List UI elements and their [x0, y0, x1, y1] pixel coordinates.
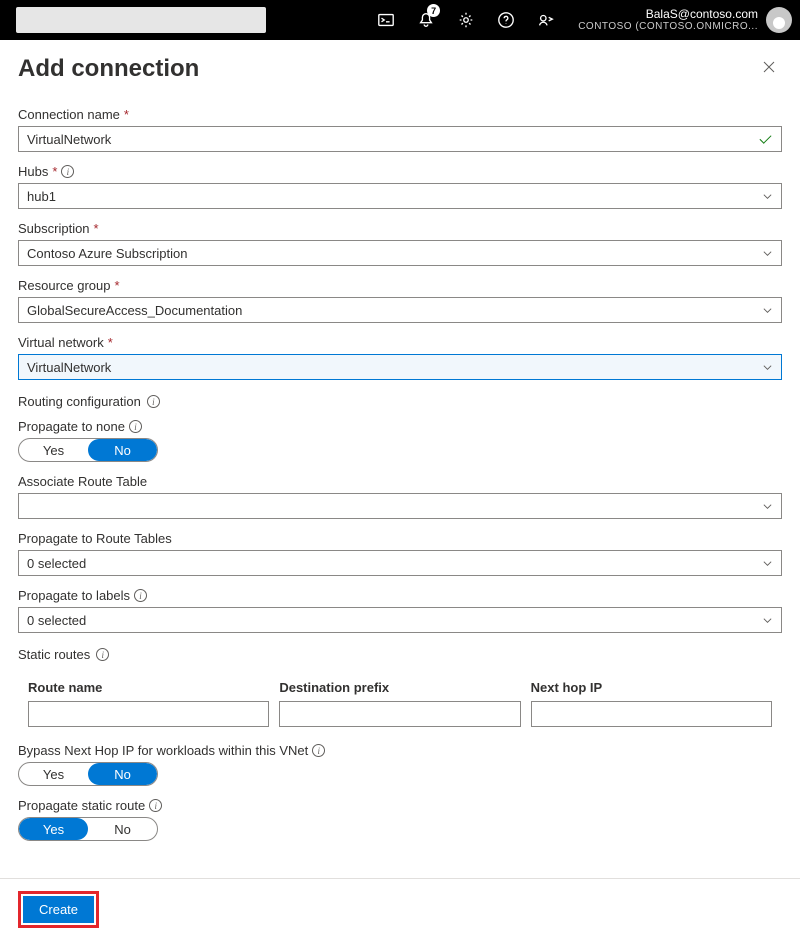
- toggle-yes[interactable]: Yes: [19, 763, 88, 785]
- info-icon[interactable]: i: [312, 744, 325, 757]
- resource-group-label: Resource group: [18, 278, 111, 293]
- toggle-no[interactable]: No: [88, 439, 157, 461]
- create-button-highlight: Create: [18, 891, 99, 928]
- info-icon[interactable]: i: [149, 799, 162, 812]
- propagate-labels-select[interactable]: 0 selected: [18, 607, 782, 633]
- create-button[interactable]: Create: [23, 896, 94, 923]
- bypass-toggle[interactable]: Yes No: [18, 762, 158, 786]
- user-email: BalaS@contoso.com: [578, 7, 758, 21]
- associate-rt-label: Associate Route Table: [18, 474, 147, 489]
- required-indicator: *: [94, 221, 99, 236]
- propagate-static-toggle[interactable]: Yes No: [18, 817, 158, 841]
- footer: Create: [0, 878, 800, 940]
- hubs-label: Hubs: [18, 164, 48, 179]
- required-indicator: *: [124, 107, 129, 122]
- subscription-label: Subscription: [18, 221, 90, 236]
- virtual-network-label: Virtual network: [18, 335, 104, 350]
- propagate-none-toggle[interactable]: Yes No: [18, 438, 158, 462]
- notification-badge: 7: [427, 4, 440, 17]
- subscription-select[interactable]: Contoso Azure Subscription: [18, 240, 782, 266]
- avatar: [766, 7, 792, 33]
- required-indicator: *: [52, 164, 57, 179]
- user-org: CONTOSO (CONTOSO.ONMICRO...: [578, 21, 758, 33]
- chevron-down-icon: [761, 361, 773, 373]
- hubs-select[interactable]: hub1: [18, 183, 782, 209]
- required-indicator: *: [115, 278, 120, 293]
- routes-table-row: [18, 701, 782, 733]
- cloud-shell-icon[interactable]: [366, 0, 406, 40]
- virtual-network-select[interactable]: VirtualNetwork: [18, 354, 782, 380]
- route-name-header: Route name: [28, 680, 269, 695]
- propagate-static-label: Propagate static route: [18, 798, 145, 813]
- toggle-yes[interactable]: Yes: [19, 818, 88, 840]
- route-next-input[interactable]: [531, 701, 772, 727]
- help-icon[interactable]: [486, 0, 526, 40]
- route-dest-input[interactable]: [279, 701, 520, 727]
- bypass-label: Bypass Next Hop IP for workloads within …: [18, 743, 308, 758]
- info-icon[interactable]: i: [147, 395, 160, 408]
- required-indicator: *: [108, 335, 113, 350]
- toggle-yes[interactable]: Yes: [19, 439, 88, 461]
- account-menu[interactable]: BalaS@contoso.com CONTOSO (CONTOSO.ONMIC…: [566, 7, 792, 33]
- feedback-icon[interactable]: [526, 0, 566, 40]
- associate-rt-select[interactable]: [18, 493, 782, 519]
- routing-config-label: Routing configuration: [18, 394, 141, 409]
- top-bar: 7 BalaS@contoso.com CONTOSO (CONTOSO.ONM…: [0, 0, 800, 40]
- info-icon[interactable]: i: [129, 420, 142, 433]
- routes-table-header: Route name Destination prefix Next hop I…: [18, 672, 782, 701]
- connection-name-input[interactable]: VirtualNetwork: [18, 126, 782, 152]
- chevron-down-icon: [761, 500, 773, 512]
- propagate-rt-label: Propagate to Route Tables: [18, 531, 172, 546]
- propagate-none-label: Propagate to none: [18, 419, 125, 434]
- propagate-labels-label: Propagate to labels: [18, 588, 130, 603]
- route-next-header: Next hop IP: [531, 680, 772, 695]
- settings-icon[interactable]: [446, 0, 486, 40]
- propagate-rt-select[interactable]: 0 selected: [18, 550, 782, 576]
- notifications-icon[interactable]: 7: [406, 0, 446, 40]
- info-icon[interactable]: i: [134, 589, 147, 602]
- page-title: Add connection: [18, 55, 199, 83]
- global-search-input[interactable]: [16, 7, 266, 33]
- chevron-down-icon: [761, 557, 773, 569]
- info-icon[interactable]: i: [61, 165, 74, 178]
- chevron-down-icon: [761, 247, 773, 259]
- chevron-down-icon: [761, 614, 773, 626]
- close-button[interactable]: [756, 52, 782, 85]
- info-icon[interactable]: i: [96, 648, 109, 661]
- route-dest-header: Destination prefix: [279, 680, 520, 695]
- route-name-input[interactable]: [28, 701, 269, 727]
- resource-group-select[interactable]: GlobalSecureAccess_Documentation: [18, 297, 782, 323]
- chevron-down-icon: [761, 304, 773, 316]
- connection-name-label: Connection name: [18, 107, 120, 122]
- static-routes-label: Static routes: [18, 647, 90, 662]
- chevron-down-icon: [761, 190, 773, 202]
- toggle-no[interactable]: No: [88, 818, 157, 840]
- toggle-no[interactable]: No: [88, 763, 157, 785]
